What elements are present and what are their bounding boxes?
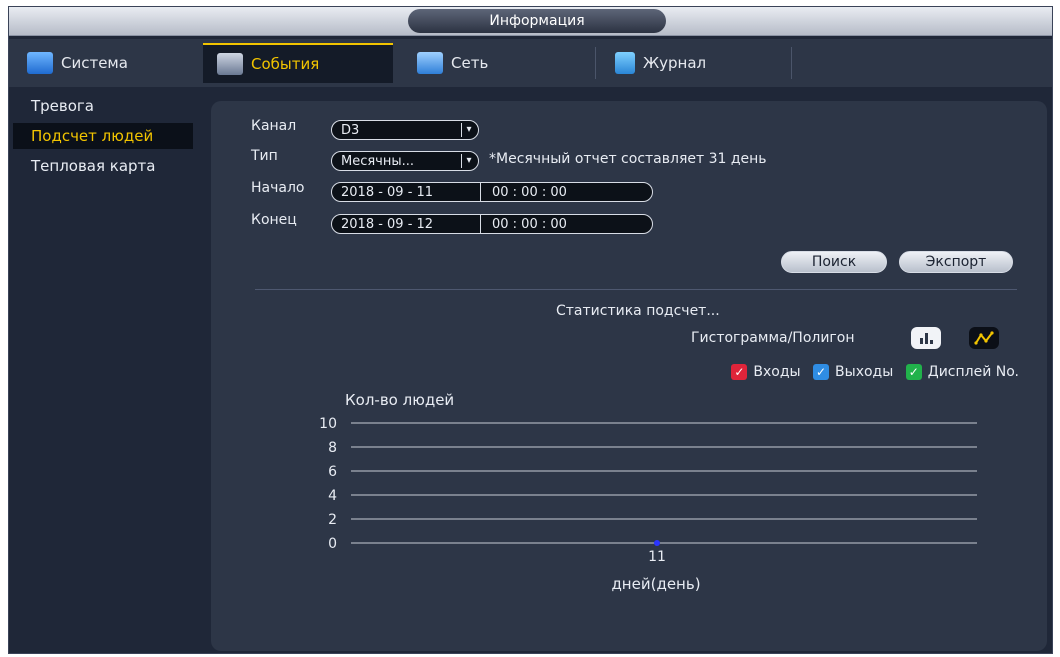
- channel-value: D3: [341, 123, 360, 138]
- start-time[interactable]: 00 : 00 : 00: [492, 183, 567, 203]
- data-point: [654, 540, 660, 546]
- bar-chart-icon: [920, 333, 933, 344]
- end-date[interactable]: 2018 - 09 - 12: [341, 217, 433, 232]
- main-tab-bar: Система События Сеть Журнал: [9, 39, 1052, 87]
- display-number-label: Дисплей No.: [927, 364, 1019, 380]
- x-tick-label: 11: [648, 549, 666, 565]
- monitor-icon: [27, 52, 53, 74]
- sidebar-item-people-count[interactable]: Подсчет людей: [13, 123, 193, 149]
- sidebar-item-heat-map[interactable]: Тепловая карта: [13, 153, 193, 179]
- search-button[interactable]: Поиск: [781, 251, 887, 273]
- chart-legend: ✓ Входы ✓ Выходы ✓ Дисплей No.: [731, 363, 1019, 381]
- line-chart-icon: [974, 331, 994, 345]
- type-note: *Месячный отчет составляет 31 день: [489, 151, 767, 167]
- exits-checkbox[interactable]: ✓: [813, 364, 830, 380]
- window-title: Информация: [408, 9, 666, 33]
- tab-separator: [791, 47, 792, 79]
- sidebar: Тревога Подсчет людей Тепловая карта: [9, 93, 199, 653]
- x-axis-label: дней(день): [611, 575, 700, 593]
- tab-journal-label: Журнал: [643, 54, 707, 72]
- end-datetime-field[interactable]: 2018 - 09 - 12 00 : 00 : 00: [331, 214, 653, 234]
- type-value: Месячны...: [341, 154, 415, 169]
- y-tick-label: 0: [328, 536, 337, 552]
- histogram-toggle[interactable]: [911, 327, 941, 349]
- tab-network-label: Сеть: [451, 54, 489, 72]
- entries-label: Входы: [753, 364, 801, 380]
- type-label: Тип: [251, 148, 278, 164]
- type-select[interactable]: Месячны... ▾: [331, 151, 479, 171]
- app-window: Информация Система События Сеть Журнал Т…: [8, 6, 1053, 654]
- chevron-down-icon: ▾: [461, 154, 476, 168]
- chart-mode-label: Гистограмма/Полигон: [691, 330, 855, 346]
- events-icon: [217, 53, 243, 75]
- tab-separator: [595, 47, 596, 79]
- exits-label: Выходы: [835, 364, 894, 380]
- section-divider: [255, 289, 1017, 290]
- export-button[interactable]: Экспорт: [899, 251, 1013, 273]
- tab-system-label: Система: [61, 54, 128, 72]
- sidebar-item-alarm[interactable]: Тревога: [13, 93, 193, 119]
- display-number-checkbox[interactable]: ✓: [905, 364, 922, 380]
- channel-select[interactable]: D3 ▾: [331, 120, 479, 140]
- y-axis-label: Кол-во людей: [345, 391, 454, 409]
- people-count-chart: Кол-во людей 0 2 4 6 8 10 11 дней(день): [319, 391, 977, 593]
- start-date[interactable]: 2018 - 09 - 11: [341, 185, 433, 200]
- start-label: Начало: [251, 180, 305, 196]
- y-tick-label: 2: [328, 512, 337, 528]
- field-divider: [480, 215, 481, 233]
- people-count-panel: Канал D3 ▾ Тип Месячны... ▾ *Месячный от…: [211, 101, 1047, 651]
- y-tick-label: 8: [328, 440, 337, 456]
- journal-icon: [615, 52, 635, 74]
- end-label: Конец: [251, 212, 297, 228]
- y-tick-label: 10: [319, 416, 337, 432]
- y-tick-label: 4: [328, 488, 337, 504]
- tab-system[interactable]: Система: [13, 43, 191, 83]
- y-tick-label: 6: [328, 464, 337, 480]
- tab-events-label: События: [251, 55, 320, 73]
- end-time[interactable]: 00 : 00 : 00: [492, 215, 567, 235]
- chevron-down-icon: ▾: [461, 123, 476, 137]
- start-datetime-field[interactable]: 2018 - 09 - 11 00 : 00 : 00: [331, 182, 653, 202]
- entries-checkbox[interactable]: ✓: [731, 364, 748, 380]
- channel-label: Канал: [251, 118, 297, 134]
- title-bar: Информация: [9, 7, 1052, 36]
- tab-network[interactable]: Сеть: [403, 43, 589, 83]
- polygon-toggle[interactable]: [969, 327, 999, 349]
- stats-title: Статистика подсчет...: [556, 303, 720, 319]
- network-icon: [417, 52, 443, 74]
- tab-events[interactable]: События: [203, 43, 393, 83]
- field-divider: [480, 183, 481, 201]
- tab-journal[interactable]: Журнал: [601, 43, 787, 83]
